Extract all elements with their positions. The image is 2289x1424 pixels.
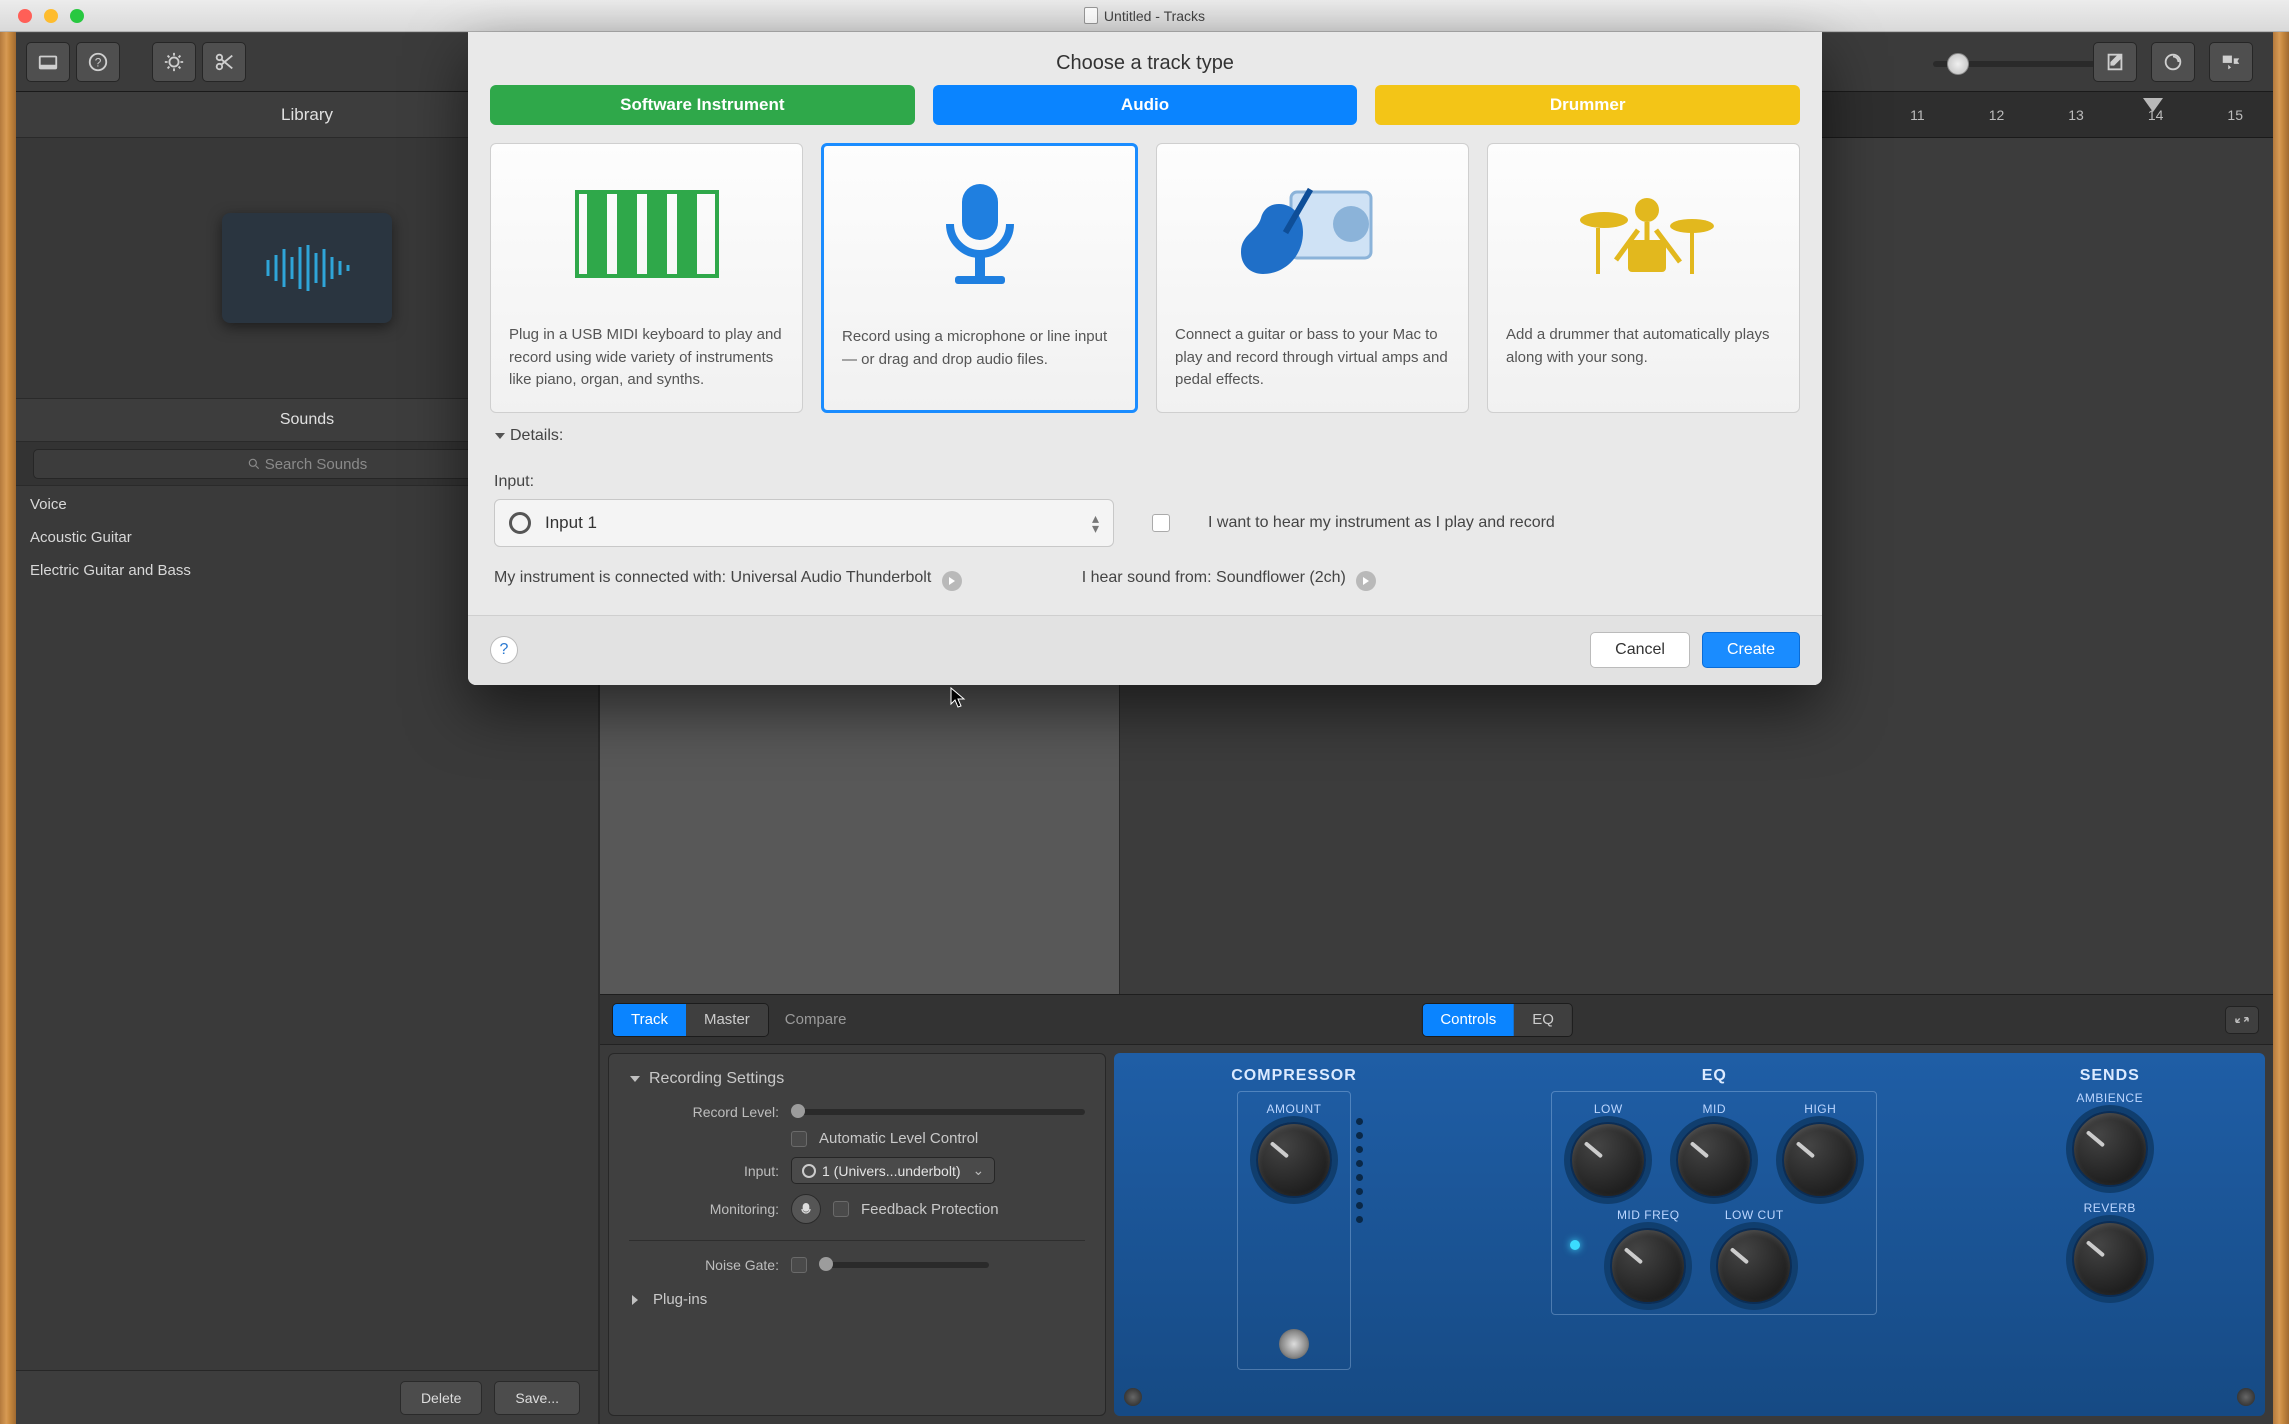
card-software-instrument[interactable]: Plug in a USB MIDI keyboard to play and … <box>490 143 803 413</box>
details-label: Details: <box>510 427 563 445</box>
guitar-amp-art-icon <box>1233 164 1393 304</box>
instrument-connection-text: My instrument is connected with: Univers… <box>494 569 962 591</box>
microphone-art-icon <box>900 166 1060 306</box>
keyboard-art-icon <box>567 164 727 304</box>
new-track-modal: Choose a track type Software Instrument … <box>468 32 1822 685</box>
modal-input-value: Input 1 <box>545 513 597 533</box>
output-device-text: I hear sound from: Soundflower (2ch) <box>1082 569 1377 591</box>
modal-title: Choose a track type <box>468 32 1822 85</box>
select-stepper-icon: ▴▾ <box>1092 513 1099 533</box>
drummer-art-icon <box>1564 164 1724 304</box>
disclosure-down-icon <box>494 430 506 442</box>
mouse-cursor <box>950 687 966 714</box>
modal-input-select[interactable]: Input 1 ▴▾ <box>494 499 1114 547</box>
goto-output-prefs-button[interactable] <box>1356 571 1376 591</box>
tab-audio[interactable]: Audio <box>933 85 1358 125</box>
cancel-button[interactable]: Cancel <box>1590 632 1690 668</box>
card-description: Add a drummer that automatically plays a… <box>1506 324 1781 369</box>
card-drummer[interactable]: Add a drummer that automatically plays a… <box>1487 143 1800 413</box>
hear-instrument-label: I want to hear my instrument as I play a… <box>1208 514 1555 532</box>
tab-software-instrument[interactable]: Software Instrument <box>490 85 915 125</box>
hear-instrument-checkbox[interactable] <box>1152 514 1170 532</box>
card-audio-mic[interactable]: Record using a microphone or line input … <box>821 143 1138 413</box>
mono-input-icon <box>509 512 531 534</box>
card-audio-guitar[interactable]: Connect a guitar or bass to your Mac to … <box>1156 143 1469 413</box>
tab-drummer[interactable]: Drummer <box>1375 85 1800 125</box>
card-description: Plug in a USB MIDI keyboard to play and … <box>509 324 784 392</box>
modal-help-button[interactable]: ? <box>490 636 518 664</box>
details-disclosure[interactable]: Details: <box>468 413 1822 445</box>
create-button[interactable]: Create <box>1702 632 1800 668</box>
modal-input-label: Input: <box>494 473 1796 491</box>
card-description: Record using a microphone or line input … <box>842 326 1117 371</box>
card-description: Connect a guitar or bass to your Mac to … <box>1175 324 1450 392</box>
goto-audio-prefs-button[interactable] <box>942 571 962 591</box>
